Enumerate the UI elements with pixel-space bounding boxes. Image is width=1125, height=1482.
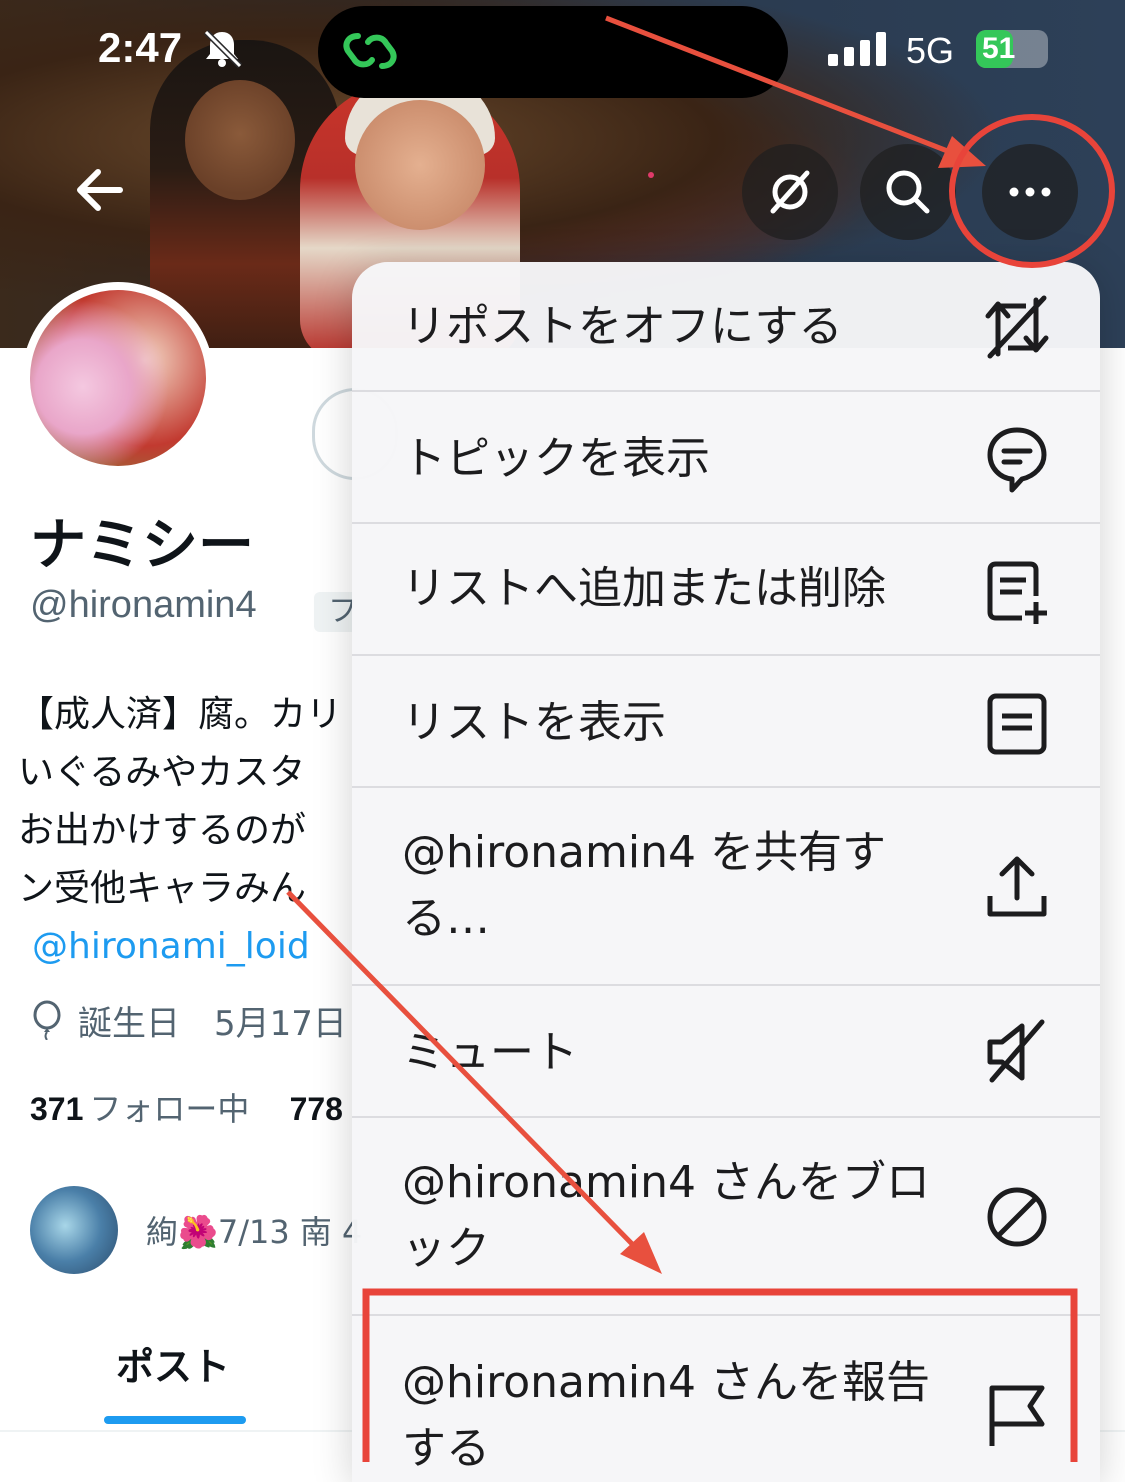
list-icon	[987, 693, 1047, 755]
followed-by-row[interactable]: 絢🌺7/13 南 4	[30, 1186, 362, 1274]
banner-dot	[648, 172, 654, 178]
menu-item-add-remove-lists[interactable]: リストへ追加または削除	[352, 524, 1100, 656]
search-button[interactable]	[860, 144, 956, 240]
repost-off-button[interactable]	[742, 144, 838, 240]
tab-posts[interactable]: ポスト	[116, 1336, 230, 1391]
menu-item-mute[interactable]: ミュート	[352, 986, 1100, 1118]
menu-item-label: @hironamin4 さんをブロック	[402, 1157, 930, 1274]
bio-line: 【成人済】腐。カリ	[18, 694, 343, 735]
balloon-icon	[33, 1000, 61, 1040]
arrow-left-icon[interactable]	[70, 160, 130, 220]
share-upload-icon	[987, 856, 1047, 917]
status-bar: 2:47 5G 51	[0, 0, 1125, 100]
profile-more-menu: リポストをオフにする トピックを表示 リストへ追加または削除 リストを表示 @h…	[352, 262, 1100, 1482]
battery-indicator: 51	[976, 30, 1056, 68]
display-name: ナミシー	[30, 513, 254, 578]
bio-line: いぐるみやカスタ	[18, 752, 306, 793]
birthday-label: 誕生日	[78, 1003, 180, 1044]
menu-item-label: @hironamin4 さんを報告する	[402, 1357, 930, 1474]
bio-line: ン受他キャラみん	[18, 868, 307, 909]
profile-bio: 【成人済】腐。カリ いぐるみやカスタ お出かけするのが ン受他キャラみん @hi…	[18, 686, 358, 976]
signal-icon	[828, 32, 886, 66]
profile-handle: @hironamin4	[30, 584, 257, 626]
follow-stats: 371 フォロー中 778	[30, 1084, 343, 1130]
menu-item-label: @hironamin4 を共有する…	[402, 827, 886, 944]
link-app-icon	[343, 33, 397, 69]
avatar[interactable]	[30, 290, 206, 466]
following-label: フォロー中	[89, 1090, 250, 1128]
banner-doll-right-face	[355, 100, 485, 230]
topic-bubble-icon	[987, 427, 1047, 493]
mute-speaker-icon	[987, 1019, 1045, 1083]
menu-item-label: トピックを表示	[402, 433, 710, 484]
following-link[interactable]: 371 フォロー中	[30, 1090, 260, 1128]
birthday-row: 誕生日 5月17日	[30, 998, 347, 1044]
menu-item-turn-off-reposts[interactable]: リポストをオフにする	[352, 262, 1100, 392]
followers-link[interactable]: 778	[290, 1090, 343, 1128]
block-icon	[987, 1187, 1047, 1247]
birthday-value: 5月17日	[214, 1003, 347, 1044]
follower-avatar	[30, 1186, 118, 1274]
status-time: 2:47	[98, 24, 183, 71]
search-icon	[886, 170, 930, 214]
flag-icon	[989, 1385, 1045, 1446]
bio-link[interactable]: @hironami_loid	[18, 918, 358, 976]
menu-item-label: リストへ追加または削除	[402, 563, 886, 614]
menu-item-label: ミュート	[402, 1027, 578, 1078]
menu-item-view-lists[interactable]: リストを表示	[352, 656, 1100, 788]
repost-off-icon	[770, 170, 810, 214]
followed-by-text: 絢🌺7/13 南 4	[146, 1213, 363, 1251]
menu-item-report[interactable]: @hironamin4 さんを報告する	[352, 1316, 1100, 1482]
bio-line: お出かけするのが	[18, 810, 307, 851]
menu-item-label: リポストをオフにする	[402, 301, 843, 352]
silent-bell-icon	[203, 29, 243, 68]
tab-active-indicator	[104, 1416, 246, 1424]
more-icon	[1009, 187, 1051, 197]
menu-item-show-topics[interactable]: トピックを表示	[352, 392, 1100, 524]
network-type: 5G	[906, 30, 955, 71]
repost-off-icon	[985, 295, 1049, 359]
list-add-icon	[987, 561, 1047, 624]
menu-item-label: リストを表示	[402, 697, 666, 748]
following-count: 371	[30, 1091, 84, 1127]
battery-percent: 51	[982, 32, 1016, 65]
menu-item-block[interactable]: @hironamin4 さんをブロック	[352, 1118, 1100, 1316]
followers-count: 778	[289, 1091, 343, 1127]
menu-item-share-profile[interactable]: @hironamin4 を共有する…	[352, 788, 1100, 986]
more-button[interactable]	[982, 144, 1078, 240]
